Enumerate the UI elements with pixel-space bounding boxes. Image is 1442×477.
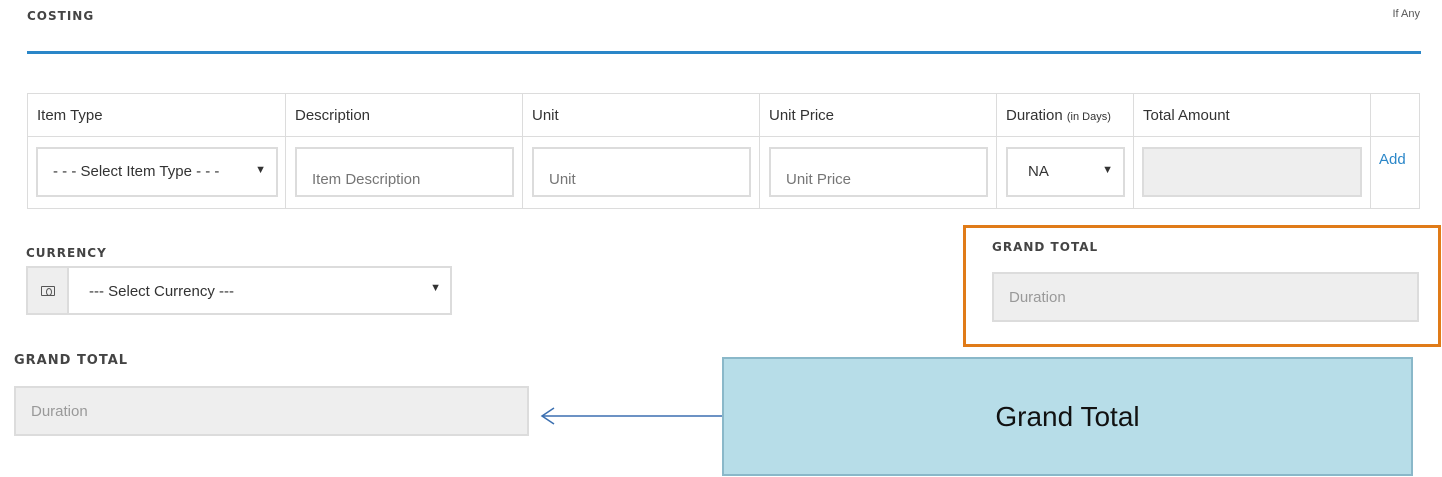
grand-total-zoom-field: Duration — [14, 386, 529, 436]
arrow-left-icon — [540, 407, 722, 425]
unit-price-input[interactable] — [769, 147, 988, 197]
costing-table: Item Type - - - Select Item Type - - - ▼… — [27, 93, 1420, 209]
currency-selected-value: --- Select Currency --- — [89, 283, 235, 300]
column-unit-price: Unit Price — [760, 94, 997, 208]
total-amount-field — [1142, 147, 1362, 197]
description-input[interactable] — [295, 147, 514, 197]
duration-select[interactable]: NA ▼ — [1006, 147, 1125, 197]
grand-total-zoom-label: GRAND TOTAL — [14, 353, 129, 368]
column-total-amount: Total Amount — [1134, 94, 1371, 208]
chevron-down-icon: ▼ — [1102, 164, 1113, 176]
header-duration-suffix: (in Days) — [1066, 111, 1111, 123]
chevron-down-icon: ▼ — [430, 282, 441, 294]
item-type-select[interactable]: - - - Select Item Type - - - ▼ — [36, 147, 278, 197]
header-duration-label: Duration — [1006, 107, 1063, 124]
chevron-down-icon: ▼ — [255, 164, 266, 176]
money-icon — [41, 286, 55, 296]
callout-text: Grand Total — [995, 400, 1140, 432]
header-total-amount: Total Amount — [1134, 94, 1370, 137]
header-description: Description — [286, 94, 522, 137]
header-unit: Unit — [523, 94, 759, 137]
section-divider — [27, 51, 1421, 54]
grand-total-field: Duration — [992, 272, 1419, 322]
header-duration: Duration (in Days) — [997, 94, 1133, 137]
header-item-type: Item Type — [28, 94, 285, 137]
currency-addon — [28, 268, 69, 313]
column-item-type: Item Type - - - Select Item Type - - - ▼ — [28, 94, 286, 208]
column-unit: Unit — [523, 94, 760, 208]
add-row-link[interactable]: Add — [1379, 151, 1406, 168]
header-actions — [1371, 94, 1419, 137]
grand-total-callout: Grand Total — [722, 357, 1413, 476]
if-any-note: If Any — [1392, 8, 1420, 20]
unit-input[interactable] — [532, 147, 751, 197]
currency-label: CURRENCY — [26, 246, 107, 260]
header-unit-price: Unit Price — [760, 94, 996, 137]
duration-selected-value: NA — [1028, 163, 1049, 180]
grand-total-label: GRAND TOTAL — [992, 240, 1099, 254]
currency-select[interactable]: --- Select Currency --- ▼ — [26, 266, 452, 315]
column-description: Description — [286, 94, 523, 208]
section-title: COSTING — [27, 9, 95, 23]
column-actions: Add — [1371, 94, 1419, 208]
item-type-selected-value: - - - Select Item Type - - - — [53, 163, 220, 180]
column-duration: Duration (in Days) NA ▼ — [997, 94, 1134, 208]
